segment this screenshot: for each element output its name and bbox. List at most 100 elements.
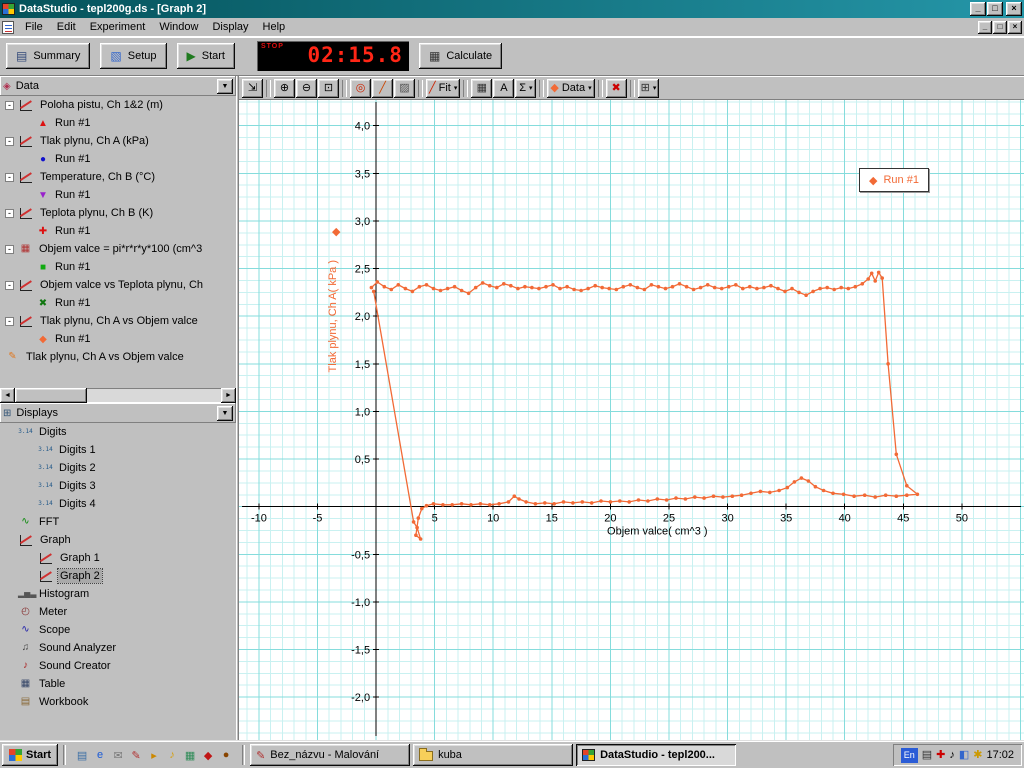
displays-panel-dropdown-button[interactable]: ▼	[217, 405, 233, 421]
calculator-tool-button[interactable]: ▦	[471, 78, 493, 98]
tray-icon-4[interactable]: ◧	[959, 749, 969, 761]
display-item-graph[interactable]: Graph	[0, 531, 236, 549]
display-subitem-digits-3[interactable]: 3.14 Digits 3	[0, 477, 236, 495]
run-item[interactable]: ▼ Run #1	[0, 186, 236, 204]
task-button-datastudio[interactable]: DataStudio - tepl200...	[576, 744, 737, 766]
display-item-meter[interactable]: ◴ Meter	[0, 603, 236, 621]
close-button[interactable]: ×	[1006, 2, 1022, 16]
display-item-fft[interactable]: ∿ FFT	[0, 513, 236, 531]
tray-icon-2[interactable]: ✚	[936, 749, 945, 761]
scroll-track[interactable]	[87, 388, 221, 403]
child-window-icon[interactable]	[2, 20, 14, 34]
run-item[interactable]: ✚ Run #1	[0, 222, 236, 240]
summary-button[interactable]: ▤ Summary	[6, 43, 91, 69]
display-item-workbook[interactable]: ▤ Workbook	[0, 693, 236, 711]
run-item[interactable]: ■ Run #1	[0, 258, 236, 276]
quicklaunch-icon-2[interactable]: e	[92, 746, 108, 764]
remove-button-button[interactable]: ✖	[605, 78, 627, 98]
data-item[interactable]: - Tlak plynu, Ch A (kPa)	[0, 132, 236, 150]
calculate-button[interactable]: ▦ Calculate	[418, 43, 503, 69]
annotate-tool-button[interactable]: ▨	[394, 78, 415, 98]
run-item[interactable]: ✖ Run #1	[0, 294, 236, 312]
smart-tool-button[interactable]: ◎	[350, 78, 371, 98]
run-item[interactable]: ● Run #1	[0, 150, 236, 168]
menu-experiment[interactable]: Experiment	[83, 19, 153, 35]
data-item[interactable]: - Poloha pistu, Ch 1&2 (m)	[0, 96, 236, 114]
task-button-paint[interactable]: ✎ Bez_názvu - Malování	[250, 744, 411, 766]
collapse-toggle-icon[interactable]: -	[5, 280, 14, 290]
display-item-table[interactable]: ▦ Table	[0, 675, 236, 693]
menu-edit[interactable]: Edit	[50, 19, 83, 35]
display-item-digits[interactable]: 3.14 Digits	[0, 423, 236, 441]
quicklaunch-icon-5[interactable]: ▸	[146, 746, 162, 764]
collapse-toggle-icon[interactable]: -	[5, 136, 14, 146]
display-subitem-digits-1[interactable]: 3.14 Digits 1	[0, 441, 236, 459]
display-item-sound-analyzer[interactable]: ♫ Sound Analyzer	[0, 639, 236, 657]
quicklaunch-icon-8[interactable]: ◆	[200, 746, 216, 764]
display-item-sound-creator[interactable]: ♪ Sound Creator	[0, 657, 236, 675]
collapse-toggle-icon[interactable]: -	[5, 100, 14, 110]
quicklaunch-icon-4[interactable]: ✎	[128, 746, 144, 764]
scroll-thumb[interactable]	[15, 388, 87, 403]
collapse-toggle-icon[interactable]: -	[5, 244, 14, 254]
data-item[interactable]: - Tlak plynu, Ch A vs Objem valce	[0, 312, 236, 330]
display-subitem-graph-1[interactable]: Graph 1	[0, 549, 236, 567]
scroll-left-button[interactable]: ◄	[0, 388, 15, 403]
collapse-toggle-icon[interactable]: -	[5, 316, 14, 326]
display-subitem-graph-2[interactable]: Graph 2	[0, 567, 236, 585]
start-menu-button[interactable]: Start	[2, 744, 59, 766]
task-button-folder[interactable]: kuba	[413, 744, 574, 766]
slope-tool-button[interactable]: ╱	[372, 78, 393, 98]
statistics-menu-button[interactable]: Σ ▾	[515, 78, 537, 98]
data-item[interactable]: ✎ Tlak plynu, Ch A vs Objem valce	[0, 348, 236, 366]
start-button[interactable]: ▶ Start	[176, 43, 235, 69]
child-minimize-button[interactable]: _	[978, 20, 992, 34]
quick-launch-bar: ▤ e ✉ ✎ ▸ ♪ ▦ ◆ ●	[71, 746, 237, 764]
menu-window[interactable]: Window	[152, 19, 205, 35]
data-panel-dropdown-button[interactable]: ▼	[217, 78, 233, 94]
display-item-histogram[interactable]: ▂▅▃ Histogram	[0, 585, 236, 603]
fit-menu-button[interactable]: ╱ Fit ▾	[426, 78, 461, 98]
data-item[interactable]: - Temperature, Ch B (°C)	[0, 168, 236, 186]
data-panel-hscrollbar[interactable]: ◄ ►	[0, 388, 236, 403]
data-menu-button[interactable]: ◆ Data ▾	[547, 78, 595, 98]
tray-icon-3[interactable]: ♪	[949, 749, 955, 761]
quicklaunch-icon-3[interactable]: ✉	[110, 746, 126, 764]
text-tool-button[interactable]: A	[493, 78, 515, 98]
data-item[interactable]: - Objem valce vs Teplota plynu, Ch	[0, 276, 236, 294]
collapse-toggle-icon[interactable]: -	[5, 172, 14, 182]
zoom-out-button[interactable]: ⊖	[296, 78, 317, 98]
display-subitem-digits-2[interactable]: 3.14 Digits 2	[0, 459, 236, 477]
menu-help[interactable]: Help	[256, 19, 293, 35]
display-item-scope[interactable]: ∿ Scope	[0, 621, 236, 639]
zoom-in-button[interactable]: ⊕	[274, 78, 295, 98]
setup-button[interactable]: ▧ Setup	[100, 43, 167, 69]
tray-icon-5[interactable]: ✱	[973, 749, 982, 761]
run-item[interactable]: ◆ Run #1	[0, 330, 236, 348]
dropdown-arrow-icon: ▾	[588, 85, 592, 92]
legend[interactable]: ◆ Run #1	[859, 168, 929, 192]
quicklaunch-icon-9[interactable]: ●	[218, 746, 234, 764]
language-indicator[interactable]: En	[900, 747, 918, 763]
scale-to-fit-button[interactable]: ⇲	[242, 78, 263, 98]
quicklaunch-icon-1[interactable]: ▤	[74, 746, 90, 764]
graph-settings-menu-button[interactable]: ⊞ ▾	[637, 78, 660, 98]
collapse-toggle-icon[interactable]: -	[5, 208, 14, 218]
quicklaunch-icon-6[interactable]: ♪	[164, 746, 180, 764]
child-restore-button[interactable]: □	[993, 20, 1007, 34]
child-close-button[interactable]: ×	[1008, 20, 1022, 34]
zoom-select-button[interactable]: ⊡	[318, 78, 339, 98]
menu-display[interactable]: Display	[205, 19, 255, 35]
tray-icon-1[interactable]: ▤	[922, 749, 932, 761]
scroll-right-button[interactable]: ►	[221, 388, 236, 403]
run-item[interactable]: ▲ Run #1	[0, 114, 236, 132]
minimize-button[interactable]: _	[970, 2, 986, 16]
menu-file[interactable]: File	[18, 19, 50, 35]
graph-display[interactable]: -10 -5 5 10 15 20 25 30 35 40 45 50 4,0 3,5 3,0 2,5 2,0 1…	[239, 100, 1024, 740]
maximize-button[interactable]: □	[987, 2, 1003, 16]
data-item[interactable]: - Teplota plynu, Ch B (K)	[0, 204, 236, 222]
data-item[interactable]: - ▦ Objem valce = pi*r*r*y*100 (cm^3	[0, 240, 236, 258]
datastudio-app-icon[interactable]	[2, 3, 15, 15]
display-subitem-digits-4[interactable]: 3.14 Digits 4	[0, 495, 236, 513]
quicklaunch-icon-7[interactable]: ▦	[182, 746, 198, 764]
